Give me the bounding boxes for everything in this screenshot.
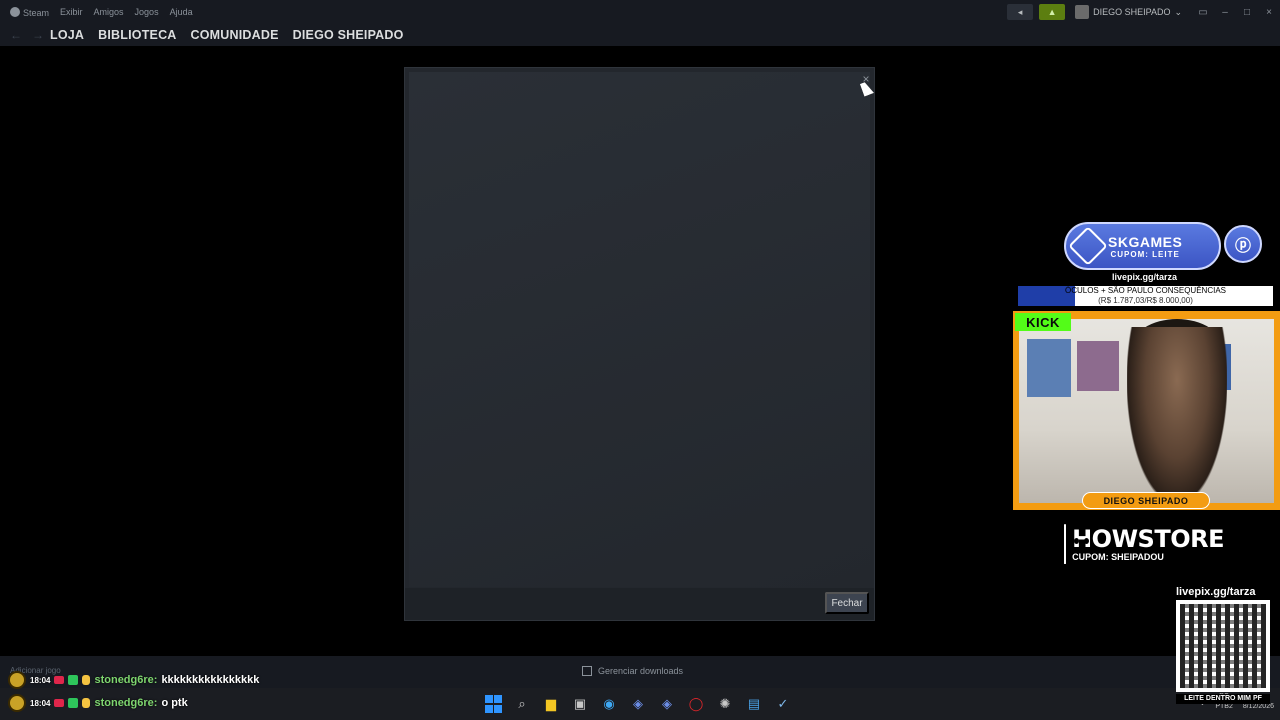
nav-link-loja[interactable]: LOJA [50, 28, 84, 42]
maximize-icon[interactable]: □ [1236, 7, 1258, 18]
howstore-banner: HOWSTORE CUPOM: SHEIPADOU [1064, 522, 1224, 566]
lang-bottom: PTB2 [1215, 703, 1233, 710]
stream-chat: 18:04 stonedg6re: kkkkkkkkkkkkkkkk 18:04… [8, 670, 428, 716]
edge-icon[interactable]: ◉ [599, 694, 619, 714]
window-controls: ▭ – □ × [1192, 7, 1280, 18]
close-button[interactable]: Fechar [825, 592, 869, 614]
playstation-icon: ⓟ [1224, 225, 1262, 263]
search-icon[interactable]: ⌕ [512, 694, 532, 714]
forward-arrow-icon[interactable]: → [32, 28, 44, 42]
chat-message: kkkkkkkkkkkkkkkk [161, 674, 260, 686]
manage-downloads-label: Gerenciar downloads [598, 666, 684, 676]
youtube-badge-icon [54, 699, 65, 707]
dialog-body [409, 72, 870, 587]
howstore-title: HOWSTORE [1072, 525, 1224, 553]
manage-downloads-button[interactable]: Gerenciar downloads [582, 666, 683, 676]
steam-menu: Steam Exibir Amigos Jogos Ajuda [0, 6, 193, 18]
app-icon-2[interactable]: ◈ [657, 694, 677, 714]
wall-poster [1027, 339, 1071, 397]
announcements-button[interactable]: ◂ [1007, 4, 1034, 20]
steam-nav-bar: ← → LOJA BIBLIOTECA COMUNIDADE DIEGO SHE… [0, 24, 1280, 46]
store-icon[interactable]: ▣ [570, 694, 590, 714]
dialog-footer [405, 588, 874, 620]
skgames-title: SKGAMES [1108, 233, 1183, 250]
steam-logo-icon [10, 6, 20, 17]
taskbar-icons: ⌕ ▆ ▣ ◉ ◈ ◈ ◯ ✺ ▤ ✓ [483, 694, 793, 714]
menu-steam[interactable]: Steam [10, 6, 49, 18]
howstore-coupon: CUPOM: SHEIPADOU [1072, 552, 1164, 562]
steam-taskbar-icon[interactable]: ✓ [773, 694, 793, 714]
skgames-logo-icon [1068, 226, 1108, 266]
minimize-icon[interactable]: – [1214, 7, 1236, 18]
chat-badge-icon [8, 694, 26, 712]
chat-time: 18:04 [30, 698, 51, 708]
app-icon-1[interactable]: ◈ [628, 694, 648, 714]
steam-title-bar: Steam Exibir Amigos Jogos Ajuda ◂ ▲ DIEG… [0, 0, 1280, 24]
download-icon [582, 666, 592, 676]
skgames-coupon: CUPOM: LEITE [1110, 249, 1180, 259]
nav-link-biblioteca[interactable]: BIBLIOTECA [98, 28, 176, 42]
livepix-link: livepix.gg/tarza [1112, 272, 1178, 282]
wall-poster [1077, 341, 1119, 391]
ghost-logo-icon [1064, 524, 1091, 564]
nav-link-comunidade[interactable]: COMUNIDADE [191, 28, 279, 42]
hand-badge-icon [82, 698, 91, 708]
nav-link-profile[interactable]: DIEGO SHEIPADO [293, 28, 404, 42]
avatar [1075, 5, 1090, 19]
nav-links: LOJA BIBLIOTECA COMUNIDADE DIEGO SHEIPAD… [50, 28, 404, 42]
skgames-text: SKGAMES CUPOM: LEITE [1108, 234, 1182, 259]
app-icon-3[interactable]: ▤ [744, 694, 764, 714]
qr-caption: LEITE DENTRO MIM PF [1176, 694, 1270, 704]
goal-title: ÓCULOS + SÃO PAULO CONSEQUÊNCIAS [1064, 286, 1226, 295]
hand-badge-icon [82, 675, 91, 685]
webcam-video [1019, 319, 1274, 503]
skgames-banner: SKGAMES CUPOM: LEITE [1064, 222, 1221, 270]
chatgpt-icon[interactable]: ✺ [715, 694, 735, 714]
opera-icon[interactable]: ◯ [686, 694, 706, 714]
megaphone-icon: ◂ [1017, 6, 1023, 17]
menu-jogos[interactable]: Jogos [135, 7, 159, 17]
dialog: × Fechar [404, 67, 875, 621]
chevron-down-icon: ⌄ [1174, 6, 1182, 17]
chat-line: 18:04 stonedg6re: kkkkkkkkkkkkkkkk [8, 670, 428, 690]
qr-label: livepix.gg/tarza [1176, 586, 1256, 598]
big-picture-icon[interactable]: ▭ [1192, 7, 1214, 18]
webcam-frame [1013, 311, 1280, 510]
qr-code [1176, 600, 1270, 692]
menu-amigos[interactable]: Amigos [94, 7, 124, 17]
windows-start-icon[interactable] [483, 694, 503, 714]
file-explorer-icon[interactable]: ▆ [541, 694, 561, 714]
chat-user: stonedg6re: [94, 697, 158, 709]
check-badge-icon [68, 675, 79, 685]
chat-message: o ptk [161, 697, 188, 709]
menu-exibir[interactable]: Exibir [60, 7, 83, 17]
streamer-name-tag: DIEGO SHEIPADO [1082, 492, 1210, 509]
howstore-text: HOWSTORE CUPOM: SHEIPADOU [1072, 526, 1224, 562]
notifications-button[interactable]: ▲ [1039, 4, 1066, 20]
menu-ajuda[interactable]: Ajuda [170, 7, 193, 17]
goal-amount: (R$ 1.787,03/R$ 8.000,00) [1098, 296, 1193, 305]
history-arrows: ← → [0, 28, 50, 42]
title-bar-right: ◂ ▲ DIEGO SHEIPADO ⌄ ▭ – □ × [1007, 0, 1280, 24]
chat-line: 18:04 stonedg6re: o ptk [8, 693, 428, 713]
back-arrow-icon[interactable]: ← [10, 28, 22, 42]
account-name: DIEGO SHEIPADO [1093, 7, 1171, 17]
chat-time: 18:04 [30, 675, 51, 685]
kick-logo: KICK [1015, 313, 1071, 331]
account-menu[interactable]: DIEGO SHEIPADO ⌄ [1071, 5, 1186, 19]
donation-goal-bar: ÓCULOS + SÃO PAULO CONSEQUÊNCIAS (R$ 1.7… [1018, 286, 1273, 306]
donation-goal-text: ÓCULOS + SÃO PAULO CONSEQUÊNCIAS (R$ 1.7… [1018, 286, 1273, 306]
bell-icon: ▲ [1047, 7, 1057, 17]
qr-pattern [1180, 604, 1266, 688]
chat-user: stonedg6re: [94, 674, 158, 686]
chat-badge-icon [8, 671, 26, 689]
check-badge-icon [68, 698, 79, 708]
streamer [1127, 327, 1227, 503]
close-window-icon[interactable]: × [1258, 7, 1280, 18]
youtube-badge-icon [54, 676, 65, 684]
